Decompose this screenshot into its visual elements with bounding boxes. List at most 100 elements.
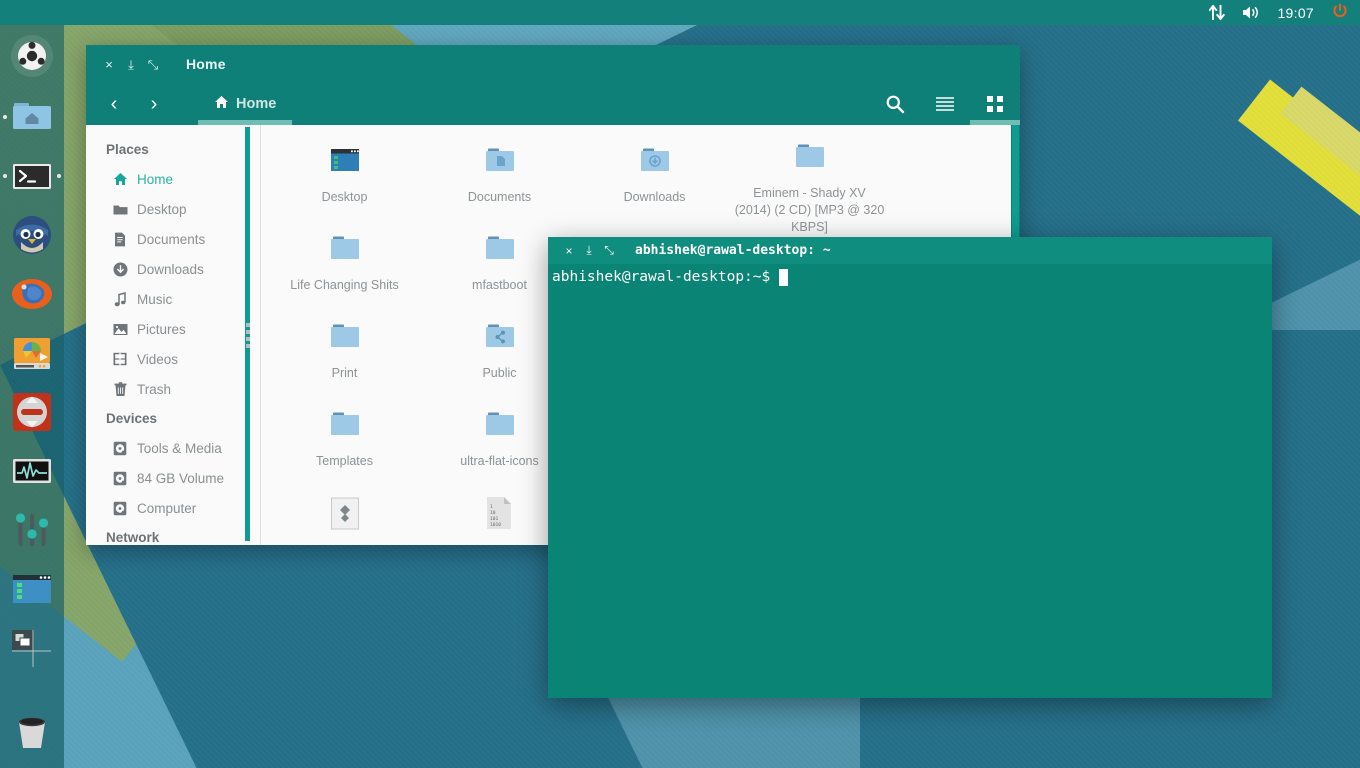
unity-launcher [0,25,64,768]
close-icon[interactable]: × [559,241,579,261]
folder-icon [784,139,836,179]
sidebar-item-tools-media[interactable]: Tools & Media [86,433,260,463]
running-indicator-left [3,115,7,119]
sidebar-item-documents[interactable]: Documents [86,224,260,254]
top-panel: 19:07 [0,0,1360,25]
ubuntu-dash-icon [10,34,54,78]
launcher-item-ubuntu-dash[interactable] [0,25,64,87]
terminal-titlebar[interactable]: × ⤓ ⤡ abhishek@rawal-desktop: ~ [548,237,1272,264]
file-item-eminem-shady-xv[interactable]: Eminem - Shady XV (2014) (2 CD) [MP3 @ 3… [732,133,887,234]
maximize-icon[interactable]: ⤡ [599,241,619,261]
folder-icon [474,403,526,447]
back-button[interactable]: ‹ [94,85,134,123]
launcher-item-thunderbird[interactable] [0,205,64,264]
sidebar-item-downloads[interactable]: Downloads [86,254,260,284]
launcher-item-software-updater[interactable] [0,382,64,441]
desktop: 19:07 × ⤓ ⤡ Home ‹ › Home Places Home De… [0,0,1360,768]
launcher-item-media-player[interactable] [0,323,64,382]
file-item-empty [887,133,1020,221]
film-icon [112,351,128,367]
file-item-print[interactable]: Print [267,309,422,397]
launcher-item-trash[interactable] [0,700,64,760]
sidebar-heading-places: Places [106,142,149,157]
drive-icon [112,440,128,456]
power-icon[interactable] [1332,3,1348,22]
sidebar-item-desktop[interactable]: Desktop [86,194,260,224]
file-item-label: Life Changing Shits [290,278,399,292]
sidebar-item-label: Tools & Media [137,440,222,456]
file-item-desktop[interactable]: Desktop [267,133,422,221]
terminal-prompt-line: abhishek@rawal-desktop:~$ [552,267,1272,287]
launcher-item-workspace-switcher[interactable] [0,618,64,677]
sidebar-item-label: Home [137,171,174,187]
minimize-icon[interactable]: ⤓ [120,53,142,75]
svg-text:10: 10 [490,510,496,516]
launcher-item-files[interactable] [0,87,64,146]
sidebar-item-pictures[interactable]: Pictures [86,314,260,344]
minimize-icon[interactable]: ⤓ [579,241,599,261]
running-indicator-right [57,174,61,178]
home-icon [112,171,128,187]
file-item-label: ultra-flat-icons [460,454,539,468]
file-item-downloads[interactable]: Downloads [577,133,732,221]
forward-button[interactable]: › [134,85,174,123]
launcher-item-settings[interactable] [0,500,64,559]
launcher-item-terminal[interactable] [0,146,64,205]
sidebar-item-label: Documents [137,231,206,247]
svg-text:1: 1 [490,504,493,510]
svg-text:101: 101 [490,516,499,522]
download-icon [112,261,128,277]
terminal-body[interactable]: abhishek@rawal-desktop:~$ [548,264,1272,698]
file-manager-toolbar: ‹ › Home [86,83,1020,125]
file-manager-titlebar[interactable]: × ⤓ ⤡ Home [86,45,1020,83]
media-player-icon [10,331,54,375]
sidebar-item-trash[interactable]: Trash [86,374,260,404]
file-item-templates[interactable]: Templates [267,397,422,485]
sidebar-item-label: Pictures [137,321,186,337]
sidebar-item-label: Videos [137,351,179,367]
file-item-life-changing-shits[interactable]: Life Changing Shits [267,221,422,309]
list-view-icon[interactable] [920,83,970,125]
app-diamond-icon [319,491,371,535]
sidebar-item-home[interactable]: Home [86,164,260,194]
terminal-prompt: abhishek@rawal-desktop:~$ [552,269,771,285]
document-icon [112,231,128,247]
firefox-icon [10,272,54,316]
home-icon [214,95,229,114]
close-icon[interactable]: × [98,53,120,75]
tab-home[interactable]: Home [198,83,293,125]
terminal-cursor [779,268,789,286]
sidebar-heading-devices: Devices [106,411,158,426]
volume-icon[interactable] [1242,5,1261,20]
public-folder-icon [474,315,526,359]
workspace-switcher-icon [10,626,54,670]
sidebar-item-music[interactable]: Music [86,284,260,314]
sidebar-scrollbar-grip[interactable] [243,320,252,348]
maximize-icon[interactable]: ⤡ [142,53,164,75]
music-note-icon [112,291,128,307]
file-item-label: Documents [467,190,532,204]
sidebar-heading-network: Network [106,530,160,545]
search-icon[interactable] [870,83,920,125]
launcher-item-system-monitor[interactable] [0,441,64,500]
documents-folder-icon [474,139,526,183]
launcher-item-text-editor[interactable] [0,559,64,618]
grid-view-icon[interactable] [970,83,1020,125]
network-updown-icon[interactable] [1209,5,1226,20]
file-item-label: mfastboot [472,278,527,292]
tab-home-label: Home [236,96,277,112]
running-indicator-left [3,174,7,178]
sidebar-item-computer[interactable]: Computer [86,493,260,523]
launcher-item-firefox[interactable] [0,264,64,323]
sidebar-item-videos[interactable]: Videos [86,344,260,374]
folder-icon [112,201,128,217]
file-item-documents[interactable]: Documents [422,133,577,221]
folder-icon [319,315,371,359]
sidebar-item-label: Music [137,291,173,307]
clock[interactable]: 19:07 [1277,5,1314,21]
terminal-window: × ⤓ ⤡ abhishek@rawal-desktop: ~ abhishek… [548,237,1272,698]
file-item-app-executable[interactable] [267,485,422,545]
binary-file-icon: 1 10 101 1010 [474,491,526,535]
folder-icon [319,227,371,271]
sidebar-item-84gb-volume[interactable]: 84 GB Volume [86,463,260,493]
